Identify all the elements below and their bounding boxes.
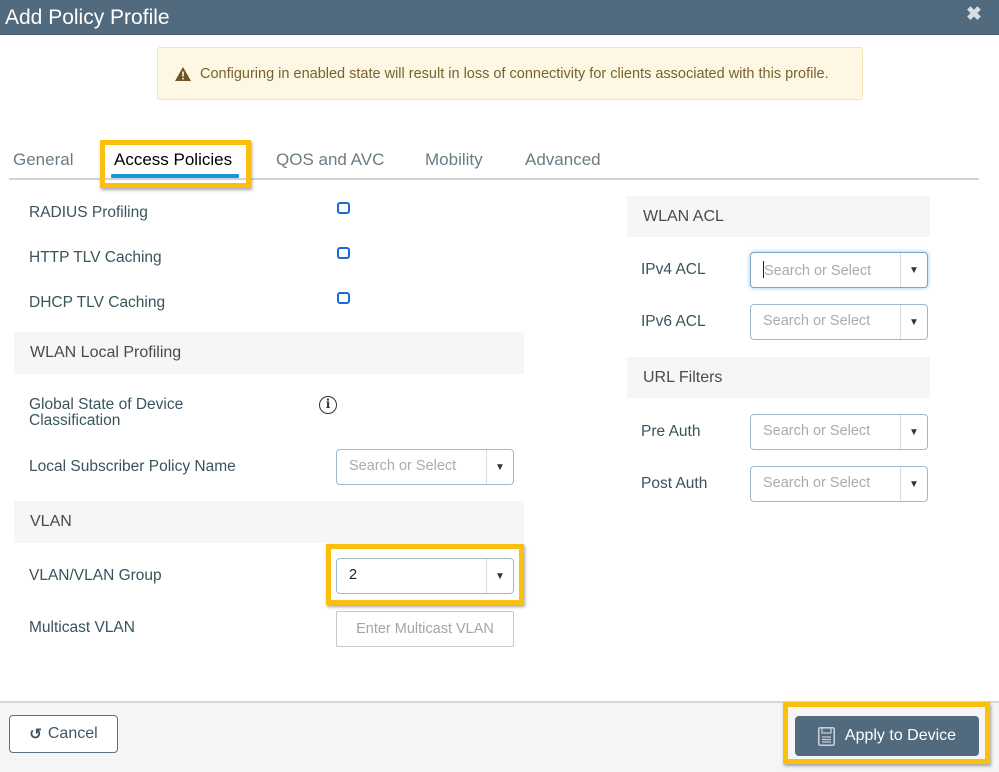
undo-icon: ↺ (29, 726, 42, 743)
warning-triangle-icon (175, 66, 191, 81)
pre-auth-label: Pre Auth (641, 423, 701, 440)
apply-to-device-button[interactable]: Apply to Device (795, 716, 979, 756)
ipv4-acl-select[interactable]: Search or Select ▼ (750, 252, 928, 288)
post-auth-select[interactable]: Search or Select ▼ (750, 466, 928, 502)
local-subscriber-policy-placeholder: Search or Select (349, 458, 457, 474)
dialog-footer: ↺ Cancel Apply to Device (0, 701, 999, 772)
vlan-heading: VLAN (14, 501, 524, 543)
ipv6-acl-label: IPv6 ACL (641, 313, 706, 330)
multicast-vlan-input[interactable]: Enter Multicast VLAN (336, 611, 514, 647)
ipv6-acl-select[interactable]: Search or Select ▼ (750, 304, 928, 340)
pre-auth-select[interactable]: Search or Select ▼ (750, 414, 928, 450)
dhcp-tlv-caching-label: DHCP TLV Caching (29, 294, 166, 311)
chevron-down-icon[interactable]: ▼ (900, 415, 927, 449)
alert-message: Configuring in enabled state will result… (200, 65, 829, 82)
http-tlv-caching-checkbox[interactable] (337, 247, 350, 259)
ipv6-acl-placeholder: Search or Select (763, 313, 871, 329)
url-filters-heading: URL Filters (627, 357, 930, 398)
chevron-down-icon[interactable]: ▼ (900, 467, 927, 501)
ipv4-acl-label: IPv4 ACL (641, 261, 706, 278)
chevron-down-icon[interactable]: ▼ (900, 253, 927, 287)
tab-access-policies[interactable]: Access Policies (114, 150, 232, 170)
chevron-down-icon[interactable]: ▼ (486, 559, 513, 593)
chevron-down-icon[interactable]: ▼ (900, 305, 927, 339)
close-icon[interactable]: ✖ (966, 5, 982, 24)
tab-general[interactable]: General (13, 150, 73, 170)
cancel-label: Cancel (47, 725, 98, 742)
wlan-acl-heading: WLAN ACL (627, 196, 930, 237)
vlan-group-value: 2 (349, 567, 358, 583)
save-icon (817, 726, 835, 746)
global-state-label: Global State of Device Classification (29, 396, 184, 429)
post-auth-label: Post Auth (641, 475, 708, 492)
multicast-vlan-label: Multicast VLAN (29, 619, 135, 636)
vlan-group-select[interactable]: 2 ▼ (336, 558, 514, 594)
radius-profiling-label: RADIUS Profiling (29, 204, 148, 221)
active-tab-indicator (111, 174, 239, 178)
ipv4-acl-text: Search or Select (751, 253, 900, 287)
dialog-titlebar: Add Policy Profile ✖ (0, 0, 999, 35)
cancel-button[interactable]: ↺ Cancel (9, 715, 118, 753)
apply-label: Apply to Device (844, 727, 957, 744)
info-icon[interactable]: i (319, 396, 337, 414)
pre-auth-placeholder: Search or Select (763, 423, 871, 439)
local-subscriber-policy-select[interactable]: Search or Select ▼ (336, 449, 514, 485)
tab-qos-and-avc[interactable]: QOS and AVC (276, 150, 384, 170)
radius-profiling-checkbox[interactable] (337, 202, 350, 214)
vlan-group-label: VLAN/VLAN Group (29, 567, 162, 584)
http-tlv-caching-label: HTTP TLV Caching (29, 249, 162, 266)
tab-bar: General Access Policies QOS and AVC Mobi… (9, 140, 979, 180)
wlan-local-profiling-heading: WLAN Local Profiling (14, 332, 524, 374)
dialog-title: Add Policy Profile (5, 6, 170, 29)
tab-mobility[interactable]: Mobility (425, 150, 483, 170)
post-auth-placeholder: Search or Select (763, 475, 871, 491)
warning-alert: Configuring in enabled state will result… (157, 47, 863, 100)
dhcp-tlv-caching-checkbox[interactable] (337, 292, 350, 304)
local-subscriber-policy-label: Local Subscriber Policy Name (29, 458, 236, 475)
tab-advanced[interactable]: Advanced (525, 150, 601, 170)
ipv4-acl-placeholder: Search or Select (764, 263, 872, 279)
chevron-down-icon[interactable]: ▼ (486, 450, 513, 484)
